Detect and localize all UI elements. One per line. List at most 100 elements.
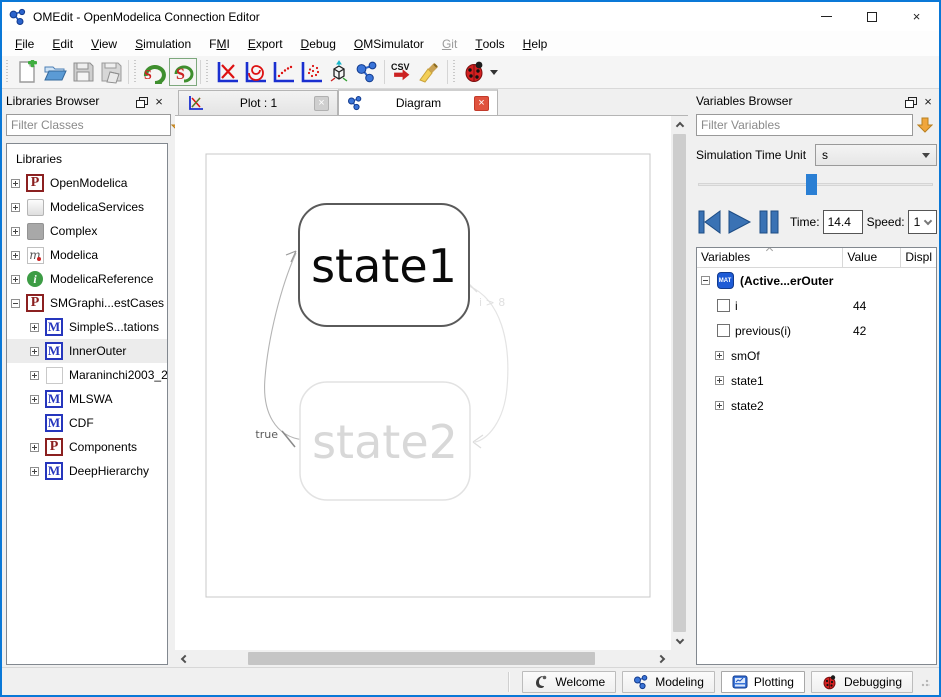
pause-button[interactable] — [756, 207, 782, 237]
time-unit-select[interactable]: s — [815, 144, 937, 166]
expand-icon[interactable] — [11, 227, 20, 236]
save-as-icon[interactable] — [97, 58, 125, 86]
tab-plot-1[interactable]: Plot : 1 × — [178, 90, 338, 115]
menu-git[interactable]: Git — [433, 31, 466, 56]
scroll-down-icon[interactable] — [671, 633, 688, 650]
expand-icon[interactable] — [715, 376, 724, 385]
expand-icon[interactable] — [11, 251, 20, 260]
scroll-left-icon[interactable] — [175, 650, 192, 667]
expand-icon[interactable] — [11, 179, 20, 188]
clear-plot-icon[interactable] — [416, 58, 444, 86]
minimize-button[interactable] — [804, 2, 849, 31]
menu-debug[interactable]: Debug — [292, 31, 345, 56]
transition-i-gt-8[interactable] — [469, 286, 508, 442]
new-parametric-plot-window-icon[interactable] — [241, 58, 269, 86]
variables-row-i[interactable]: i 44 — [697, 293, 936, 318]
expand-icon[interactable] — [30, 371, 39, 380]
expand-icon[interactable] — [30, 323, 39, 332]
filter-expand-button[interactable] — [913, 114, 937, 136]
open-model-icon[interactable] — [41, 58, 69, 86]
time-input[interactable] — [823, 210, 863, 234]
new-array-parametric-plot-window-icon[interactable] — [297, 58, 325, 86]
filter-variables-input[interactable] — [696, 114, 913, 136]
expand-icon[interactable] — [30, 395, 39, 404]
save-icon[interactable] — [69, 58, 97, 86]
plot-checkbox[interactable] — [717, 324, 730, 337]
library-item-innerouter[interactable]: MInnerOuter — [7, 339, 167, 363]
expand-icon[interactable] — [11, 275, 20, 284]
variables-row-result[interactable]: MAT(Active...erOuter — [697, 268, 936, 293]
library-item-modelicareference[interactable]: iModelicaReference — [7, 267, 167, 291]
expand-icon[interactable] — [30, 347, 39, 356]
float-panel-button[interactable] — [132, 93, 150, 109]
new-animation-window-icon[interactable] — [325, 58, 353, 86]
play-button[interactable] — [726, 207, 752, 237]
menu-simulation[interactable]: Simulation — [126, 31, 200, 56]
menu-tools[interactable]: Tools — [466, 31, 513, 56]
collapse-icon[interactable] — [701, 276, 710, 285]
scrollbar-thumb[interactable] — [673, 134, 686, 632]
menu-fmi[interactable]: FMI — [200, 31, 239, 56]
re-simulate-setup-icon[interactable]: S — [169, 58, 197, 86]
menu-file[interactable]: File — [6, 31, 43, 56]
expand-icon[interactable] — [715, 401, 724, 410]
column-value[interactable]: Value — [843, 248, 901, 267]
expand-icon[interactable] — [30, 467, 39, 476]
variables-row-smof[interactable]: smOf — [697, 343, 936, 368]
vertical-scrollbar[interactable] — [671, 116, 688, 650]
library-item-deephierarchy[interactable]: MDeepHierarchy — [7, 459, 167, 483]
library-item-cdf[interactable]: MCDF — [7, 411, 167, 435]
tab-close-icon[interactable]: × — [474, 96, 489, 111]
re-simulate-icon[interactable]: S — [141, 58, 169, 86]
filter-classes-input[interactable] — [6, 114, 171, 136]
variables-row-state2[interactable]: state2 — [697, 393, 936, 418]
library-item-maraninchi2003-2[interactable]: Maraninchi2003_2 — [7, 363, 167, 387]
collapse-icon[interactable] — [11, 299, 20, 308]
maximize-button[interactable] — [849, 2, 894, 31]
library-item-complex[interactable]: Complex — [7, 219, 167, 243]
menu-help[interactable]: Help — [514, 31, 557, 56]
column-display-unit[interactable]: Displ — [901, 248, 936, 267]
float-panel-button[interactable] — [901, 93, 919, 109]
expand-icon[interactable] — [30, 443, 39, 452]
debug-dropdown-icon[interactable] — [490, 70, 498, 75]
perspective-modeling-button[interactable]: Modeling — [622, 671, 715, 693]
variables-row-state1[interactable]: state1 — [697, 368, 936, 393]
scrollbar-thumb[interactable] — [248, 652, 595, 665]
perspective-plotting-button[interactable]: Plotting — [721, 671, 805, 693]
export-csv-icon[interactable]: CSV — [388, 58, 416, 86]
expand-icon[interactable] — [715, 351, 724, 360]
new-modelica-class-icon[interactable] — [13, 58, 41, 86]
new-plot-window-icon[interactable] — [213, 58, 241, 86]
diagram-window-icon[interactable] — [353, 58, 381, 86]
resize-grip[interactable] — [921, 677, 931, 687]
perspective-welcome-button[interactable]: Welcome — [522, 671, 616, 693]
menu-omsimulator[interactable]: OMSimulator — [345, 31, 433, 56]
plot-checkbox[interactable] — [717, 299, 730, 312]
menu-view[interactable]: View — [82, 31, 126, 56]
menu-edit[interactable]: Edit — [43, 31, 82, 56]
horizontal-scrollbar[interactable] — [175, 650, 671, 667]
library-item-openmodelica[interactable]: POpenModelica — [7, 171, 167, 195]
close-button[interactable]: × — [894, 2, 939, 31]
new-array-plot-window-icon[interactable] — [269, 58, 297, 86]
perspective-debugging-button[interactable]: Debugging — [811, 671, 913, 693]
column-variables[interactable]: Variables — [697, 248, 843, 267]
scroll-right-icon[interactable] — [654, 650, 671, 667]
close-panel-button[interactable]: × — [150, 93, 168, 109]
library-item-modelica[interactable]: mModelica — [7, 243, 167, 267]
close-panel-button[interactable]: × — [919, 93, 937, 109]
tab-close-icon[interactable]: × — [314, 96, 329, 111]
rewind-button[interactable] — [696, 207, 722, 237]
library-item-simplestations[interactable]: MSimpleS...tations — [7, 315, 167, 339]
expand-icon[interactable] — [11, 203, 20, 212]
scroll-up-icon[interactable] — [671, 116, 688, 133]
speed-select[interactable]: 1 — [908, 210, 937, 234]
tab-diagram[interactable]: Diagram × — [338, 89, 498, 115]
library-item-smgraphicstestcases[interactable]: PSMGraphi...estCases — [7, 291, 167, 315]
tree-root[interactable]: Libraries — [7, 147, 167, 171]
diagram-canvas[interactable]: i > 8 true state2 state1 — [175, 115, 688, 667]
slider-handle[interactable] — [806, 174, 817, 195]
variables-row-previous-i[interactable]: previous(i) 42 — [697, 318, 936, 343]
menu-export[interactable]: Export — [239, 31, 292, 56]
